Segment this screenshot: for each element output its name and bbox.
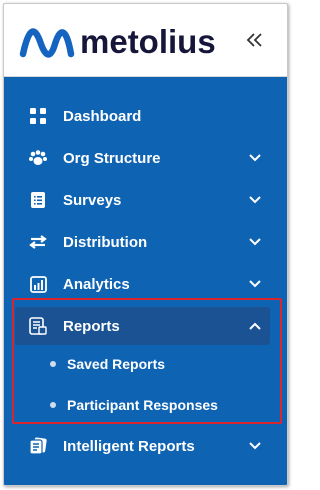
report-doc-icon <box>28 316 48 336</box>
sidebar-item-label: Analytics <box>63 275 130 293</box>
sidebar-panel: metolius Dashboard Org Structure Surveys… <box>3 3 288 486</box>
bullet-icon <box>50 402 56 408</box>
sidebar-item-distribution[interactable]: Distribution <box>4 222 287 262</box>
chevron-up-icon <box>247 318 263 334</box>
sidebar-item-label: Surveys <box>63 191 122 209</box>
sidebar-item-label: Intelligent Reports <box>63 437 195 455</box>
chevron-down-icon <box>247 150 263 166</box>
sidebar-subitem-participant-responses[interactable]: Participant Responses <box>4 388 287 422</box>
sidebar-item-reports[interactable]: Reports <box>4 306 287 346</box>
list-doc-icon <box>28 190 48 210</box>
chevron-down-icon <box>247 192 263 208</box>
sidebar-item-org-structure[interactable]: Org Structure <box>4 138 287 178</box>
sidebar-subitem-label: Participant Responses <box>67 397 218 413</box>
paw-icon <box>28 148 48 168</box>
sidebar-item-dashboard[interactable]: Dashboard <box>4 96 287 136</box>
sidebar-item-label: Distribution <box>63 233 148 251</box>
sidebar-item-analytics[interactable]: Analytics <box>4 264 287 304</box>
collapse-sidebar-button[interactable] <box>242 28 268 52</box>
sidebar-item-surveys[interactable]: Surveys <box>4 180 287 220</box>
double-chevron-left-icon <box>246 33 262 47</box>
swap-arrows-icon <box>28 232 48 252</box>
sidebar-subitem-label: Saved Reports <box>67 356 166 372</box>
metolius-logo-icon <box>19 28 75 58</box>
sidebar-subitem-saved-reports[interactable]: Saved Reports <box>4 347 287 381</box>
chevron-down-icon <box>247 438 263 454</box>
sidebar-item-label: Reports <box>63 317 120 335</box>
bullet-icon <box>50 361 56 367</box>
chevron-down-icon <box>247 276 263 292</box>
grid-icon <box>28 106 48 126</box>
bar-chart-icon <box>28 274 48 294</box>
stacked-docs-icon <box>28 436 48 456</box>
sidebar-item-label: Dashboard <box>63 107 142 125</box>
sidebar-header: metolius <box>4 4 287 77</box>
brand-name: metolius <box>80 23 216 60</box>
sidebar-item-label: Org Structure <box>63 149 161 167</box>
sidebar-item-intelligent-reports[interactable]: Intelligent Reports <box>4 426 287 466</box>
chevron-down-icon <box>247 234 263 250</box>
